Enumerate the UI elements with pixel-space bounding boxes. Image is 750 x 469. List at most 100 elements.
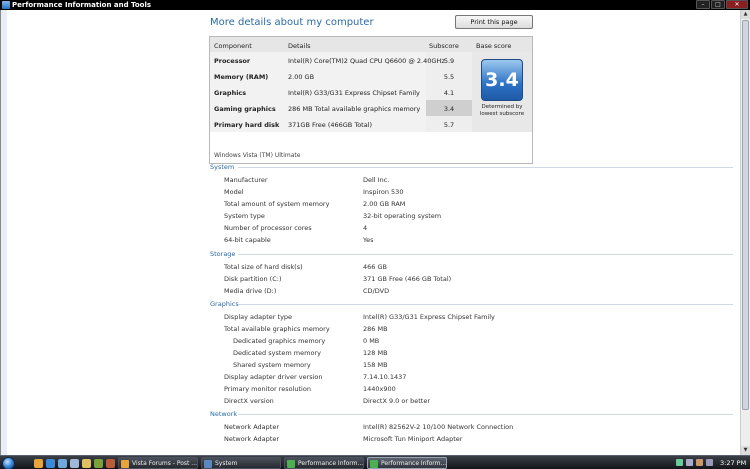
detail-value: 286 MB [363,325,388,333]
network-icon[interactable] [676,459,683,466]
maximize-button[interactable]: □ [711,0,725,9]
scroll-thumb[interactable] [742,20,749,410]
volume-icon[interactable] [686,459,693,466]
row-details: 286 MB Total available graphics memory [288,105,421,113]
taskbar-item[interactable]: System [201,457,281,469]
detail-value: Yes [363,236,374,244]
row-component: Graphics [214,89,247,97]
section-divider [238,304,733,305]
taskbar-item-label: Vista Forums - Post ... [132,460,198,467]
performance-app-icon [2,1,10,9]
detail-value: 32-bit operating system [363,212,442,220]
score-row-processor: Processor Intel(R) Core(TM)2 Quad CPU Q6… [210,52,472,68]
section-divider [238,167,733,168]
scroll-down-arrow-icon[interactable]: ▼ [741,446,750,455]
row-component: Memory (RAM) [214,73,269,81]
row-subscore: 5.7 [443,121,455,129]
os-name: Windows Vista (TM) Ultimate [214,152,301,159]
internet-explorer-icon[interactable] [46,459,55,468]
detail-value: DirectX 9.0 or better [363,397,430,405]
row-subscore: 3.4 [443,105,455,113]
system-icon [204,460,212,468]
row-component: Gaming graphics [214,105,276,113]
detail-value: 466 GB [363,263,387,271]
folder-icon[interactable] [82,459,91,468]
close-button[interactable]: ✕ [726,0,748,9]
section-divider [238,254,733,255]
firefox-icon [121,460,129,468]
clock[interactable]: 3:27 PM [720,459,746,467]
detail-value: CD/DVD [363,287,390,295]
header-subscore: Subscore [429,42,459,50]
detail-label: Network Adapter [224,423,279,431]
section-graphics-title: Graphics [210,300,239,308]
vertical-scrollbar[interactable]: ▲ ▼ [740,10,750,455]
media-player-icon[interactable] [94,459,103,468]
base-score-note: Determined by lowest subscore [479,104,525,117]
detail-value: Inspiron 530 [363,188,404,196]
start-button[interactable] [2,457,15,469]
window-controls: – □ ✕ [695,0,748,9]
taskbar-item[interactable]: Vista Forums - Post ... [118,457,198,469]
row-details: 371GB Free (466GB Total) [288,121,373,129]
score-row-memory: Memory (RAM) 2.00 GB 5.5 [210,68,472,84]
detail-label: Manufacturer [224,176,268,184]
detail-label: Media drive (D:) [224,287,277,295]
row-details: Intel(R) Core(TM)2 Quad CPU Q6600 @ 2.40… [288,57,445,65]
content-area: More details about my computer Print thi… [0,10,750,455]
taskbar-item[interactable]: Performance Inform... [367,457,447,469]
detail-label: Primary monitor resolution [224,385,311,393]
score-row-gaming-graphics: Gaming graphics 286 MB Total available g… [210,100,472,116]
header-base-score: Base score [476,42,512,50]
header-component: Component [214,42,252,50]
detail-label: Total available graphics memory [224,325,330,333]
section-system-title: System [210,163,235,171]
detail-label: Shared system memory [233,361,311,369]
detail-value: Dell Inc. [363,176,390,184]
detail-label: Dedicated graphics memory [233,337,326,345]
detail-label: Total size of hard disk(s) [224,263,303,271]
window-title: Performance Information and Tools [12,1,152,9]
left-edge [1,10,7,455]
detail-value: 158 MB [363,361,388,369]
tray-app-icon[interactable] [706,459,713,466]
detail-value: 2.00 GB RAM [363,200,406,208]
detail-value: 1440x900 [363,385,396,393]
row-component: Primary hard disk [214,121,280,129]
detail-label: Dedicated system memory [233,349,321,357]
app-quicklaunch-icon[interactable] [106,459,115,468]
section-divider [238,414,733,415]
taskbar-item[interactable]: Performance Inform... [284,457,364,469]
detail-label: Disk partition (C:) [224,275,282,283]
detail-value: 4 [363,224,368,232]
window-titlebar: Performance Information and Tools – □ ✕ [0,0,750,10]
performance-icon [287,460,295,468]
switch-windows-icon[interactable] [70,459,79,468]
score-row-graphics: Graphics Intel(R) G33/G31 Express Chipse… [210,84,472,100]
detail-value: Microsoft Tun Miniport Adapter [363,435,463,443]
firefox-icon[interactable] [34,459,43,468]
system-tray: 3:27 PM [676,458,750,469]
section-storage-title: Storage [210,250,236,258]
score-table-header: Component Details Subscore Base score [210,37,532,52]
scroll-up-arrow-icon[interactable]: ▲ [741,10,750,19]
taskbar: Vista Forums - Post ... System Performan… [0,455,750,469]
detail-value: 371 GB Free (466 GB Total) [363,275,452,283]
detail-label: Network Adapter [224,435,279,443]
row-subscore: 5.9 [443,57,455,65]
detail-label: Display adapter type [224,313,293,321]
header-details: Details [288,42,311,50]
detail-label: Display adapter driver version [224,373,323,381]
row-details: Intel(R) G33/G31 Express Chipset Family [288,89,420,97]
score-table: Component Details Subscore Base score Pr… [209,36,533,164]
score-row-hard-disk: Primary hard disk 371GB Free (466GB Tota… [210,116,472,132]
print-button[interactable]: Print this page [455,15,533,29]
taskbar-item-label: Performance Inform... [381,460,447,467]
row-subscore: 4.1 [443,89,455,97]
detail-value: Intel(R) G33/G31 Express Chipset Family [363,313,495,321]
detail-value: 0 MB [363,337,380,345]
minimize-button[interactable]: – [696,0,710,9]
security-icon[interactable] [696,459,703,466]
detail-value: 128 MB [363,349,388,357]
show-desktop-icon[interactable] [58,459,67,468]
